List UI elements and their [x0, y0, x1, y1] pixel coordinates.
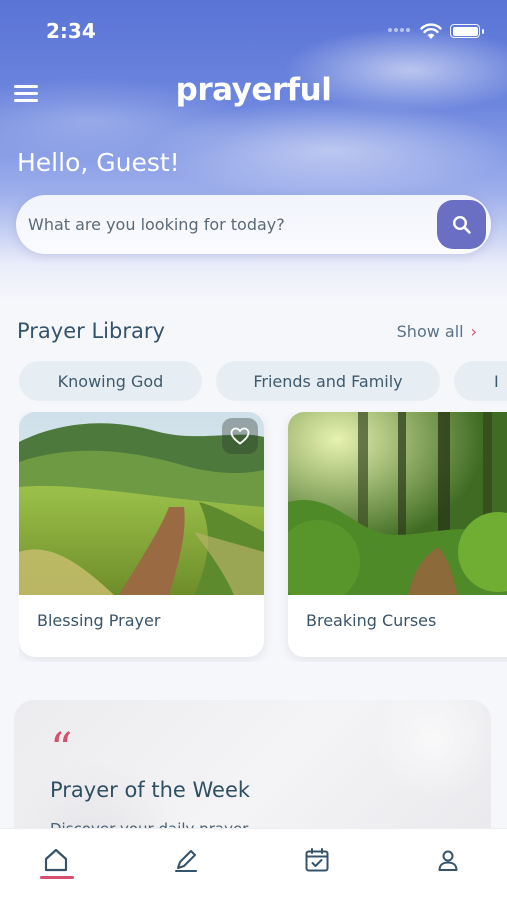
- wifi-icon: [420, 23, 442, 39]
- prayer-cards: Blessing Prayer Breaking Curses: [19, 412, 507, 662]
- tab-bar: [0, 828, 507, 900]
- section-title-prayer-library: Prayer Library: [17, 319, 165, 343]
- prayer-card-breaking-curses[interactable]: Breaking Curses: [288, 412, 507, 657]
- tab-journal[interactable]: [166, 843, 206, 877]
- prayer-card-blessing[interactable]: Blessing Prayer: [19, 412, 264, 657]
- search-input[interactable]: [28, 205, 428, 243]
- greeting: Hello, Guest!: [17, 148, 180, 177]
- chip-friends-and-family[interactable]: Friends and Family: [216, 361, 440, 401]
- category-chips: Knowing God Friends and Family I: [19, 361, 507, 401]
- show-all-label: Show all: [396, 322, 464, 341]
- app-logo: prayerful: [175, 72, 332, 108]
- quote-icon: “: [50, 724, 73, 775]
- search-bar: [16, 195, 491, 254]
- battery-icon: [450, 24, 484, 38]
- search-icon: [452, 215, 471, 234]
- tab-home[interactable]: [36, 843, 76, 877]
- card-image-forest: [288, 412, 507, 595]
- card-title: Blessing Prayer: [37, 611, 161, 630]
- card-title: Breaking Curses: [306, 611, 437, 630]
- tab-profile[interactable]: [428, 843, 468, 877]
- show-all-link[interactable]: Show all ›: [397, 322, 477, 341]
- active-tab-indicator: [40, 876, 74, 879]
- user-icon: [438, 850, 458, 871]
- heart-icon: [230, 427, 250, 445]
- status-bar: 2:34: [0, 0, 507, 60]
- prayer-of-week-title: Prayer of the Week: [50, 778, 251, 802]
- chip-partial[interactable]: I: [454, 361, 507, 401]
- favorite-button[interactable]: [222, 418, 258, 454]
- pen-icon: [175, 850, 197, 872]
- signal-icon: [388, 28, 410, 34]
- calendar-check-icon: [305, 848, 329, 872]
- chevron-right-icon: ›: [470, 322, 477, 341]
- search-button[interactable]: [437, 200, 486, 249]
- status-time: 2:34: [46, 19, 96, 43]
- tab-calendar[interactable]: [297, 843, 337, 877]
- home-icon: [44, 848, 68, 872]
- chip-knowing-god[interactable]: Knowing God: [19, 361, 202, 401]
